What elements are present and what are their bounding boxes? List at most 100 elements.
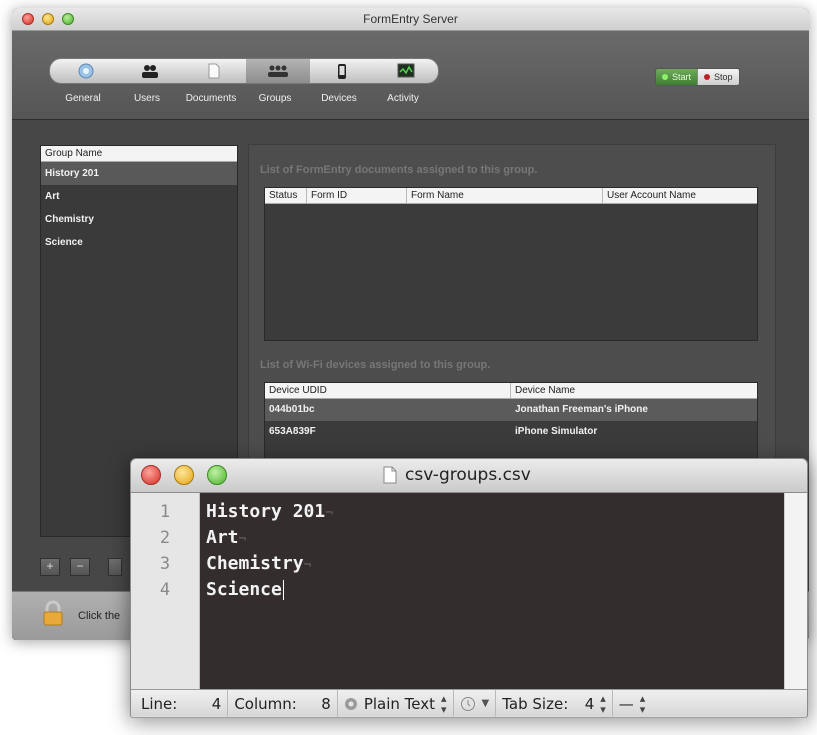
- devices-table-header: Device UDID Device Name: [265, 383, 757, 399]
- editor-status-bar: Line: 4 Column: 8 Plain Text ▴ ▾ ▼ Tab Si…: [131, 689, 807, 717]
- editor-reflection: [130, 716, 806, 735]
- tab-documents[interactable]: [182, 59, 246, 83]
- tab-size-value: 4: [584, 694, 595, 713]
- text-editor-area[interactable]: History 201¬ Art¬ Chemistry¬ Science: [200, 493, 785, 690]
- code-line[interactable]: Art¬: [206, 525, 785, 551]
- add-group-button[interactable]: +: [40, 558, 60, 576]
- editor-zoom-button[interactable]: [207, 465, 227, 485]
- tab-activity[interactable]: [374, 59, 438, 83]
- column-user-account-name[interactable]: User Account Name: [603, 188, 757, 203]
- up-down-arrows-icon: ▴ ▾: [600, 691, 606, 716]
- remove-group-button[interactable]: −: [70, 558, 90, 576]
- start-stop-control: Start Stop: [655, 68, 740, 86]
- line-ending-selector[interactable]: — ▴ ▾: [613, 690, 652, 717]
- vertical-scrollbar[interactable]: [784, 493, 807, 690]
- column-value: 8: [321, 694, 331, 713]
- editor-titlebar[interactable]: csv-groups.csv: [131, 459, 807, 493]
- groups-icon: [268, 65, 288, 77]
- column-device-udid[interactable]: Device UDID: [265, 383, 511, 398]
- symbol-menu-button[interactable]: ▼: [454, 690, 497, 717]
- tab-users-label: Users: [133, 93, 161, 104]
- device-udid-cell: 044b01bc: [269, 404, 315, 415]
- line-indicator: Line: 4: [131, 690, 229, 717]
- device-icon: [338, 63, 346, 79]
- tab-general-label: General: [65, 93, 101, 104]
- editor-window: csv-groups.csv 1 2 3 4 History 201¬ Art¬…: [130, 458, 808, 718]
- group-item-science[interactable]: Science: [41, 231, 237, 254]
- gear-globe-icon: [78, 63, 94, 79]
- window-title: FormEntry Server: [363, 12, 458, 26]
- up-down-arrows-icon: ▴ ▾: [441, 691, 447, 716]
- stop-indicator-icon: [704, 74, 711, 80]
- documents-table[interactable]: Status Form ID Form Name User Account Na…: [264, 187, 758, 341]
- column-indicator: Column: 8: [228, 690, 338, 717]
- device-name-cell: Jonathan Freeman's iPhone: [515, 404, 648, 415]
- line-number: 1: [159, 502, 171, 522]
- column-device-name[interactable]: Device Name: [511, 383, 757, 398]
- code-line-text: Art: [206, 527, 239, 548]
- column-status[interactable]: Status: [265, 188, 307, 203]
- line-number-gutter: 1 2 3 4: [131, 493, 200, 690]
- table-row[interactable]: 653A839F iPhone Simulator: [265, 421, 757, 443]
- editor-filename: csv-groups.csv: [405, 465, 531, 485]
- editor-close-button[interactable]: [141, 465, 161, 485]
- column-label: Column:: [234, 694, 297, 713]
- group-action-button[interactable]: [108, 558, 122, 576]
- editor-title: csv-groups.csv: [383, 465, 531, 485]
- code-line-text: Science: [206, 579, 282, 600]
- start-label: Start: [672, 72, 692, 82]
- newline-marker-icon: ¬: [238, 532, 247, 547]
- devices-section-label: List of Wi-Fi devices assigned to this g…: [260, 359, 491, 371]
- syntax-gear-icon: [344, 697, 357, 710]
- tab-groups[interactable]: [246, 59, 310, 83]
- line-number: 2: [159, 528, 171, 548]
- tab-users[interactable]: [118, 59, 182, 83]
- column-form-id[interactable]: Form ID: [307, 188, 407, 203]
- line-number: 3: [159, 554, 171, 574]
- tab-devices[interactable]: [310, 59, 374, 83]
- line-ending-label: —: [618, 694, 634, 713]
- code-line[interactable]: History 201¬: [206, 499, 785, 525]
- code-line[interactable]: Chemistry¬: [206, 551, 785, 577]
- device-name-cell: iPhone Simulator: [515, 426, 598, 437]
- line-number: 4: [159, 580, 171, 600]
- toolbar-segmented-control: [49, 58, 439, 84]
- editor-minimize-button[interactable]: [174, 465, 194, 485]
- code-line[interactable]: Science: [206, 577, 785, 603]
- stop-button[interactable]: Stop: [697, 69, 739, 85]
- start-button[interactable]: Start: [656, 69, 698, 85]
- line-value: 4: [211, 694, 222, 713]
- column-form-name[interactable]: Form Name: [407, 188, 603, 203]
- group-list-header[interactable]: Group Name: [41, 146, 237, 162]
- group-item-chemistry[interactable]: Chemistry: [41, 208, 237, 231]
- newline-marker-icon: ¬: [325, 506, 334, 521]
- users-icon: [142, 65, 158, 78]
- syntax-mode-selector[interactable]: Plain Text ▴ ▾: [338, 690, 454, 717]
- group-item-art[interactable]: Art: [41, 185, 237, 208]
- server-titlebar[interactable]: FormEntry Server: [12, 8, 809, 31]
- documents-section-label: List of FormEntry documents assigned to …: [260, 164, 538, 176]
- tab-groups-label: Groups: [258, 93, 292, 104]
- lock-icon[interactable]: [42, 600, 64, 626]
- code-line-text: History 201: [206, 501, 326, 522]
- clock-icon: [460, 696, 475, 711]
- line-label: Line:: [141, 694, 178, 713]
- stop-label: Stop: [714, 72, 733, 82]
- tab-size-label: Tab Size:: [502, 694, 569, 713]
- tab-documents-label: Documents: [185, 93, 237, 104]
- group-detail-panel: List of FormEntry documents assigned to …: [248, 144, 776, 507]
- tab-general[interactable]: [54, 59, 118, 83]
- newline-marker-icon: ¬: [303, 558, 312, 573]
- tab-activity-label: Activity: [387, 93, 419, 104]
- chevron-down-icon: ▼: [481, 698, 490, 709]
- table-row[interactable]: 044b01bc Jonathan Freeman's iPhone: [265, 399, 757, 421]
- activity-monitor-icon: [397, 63, 415, 78]
- tab-devices-label: Devices: [321, 93, 357, 104]
- lock-hint-text: Click the: [78, 610, 121, 622]
- syntax-mode-label: Plain Text: [363, 694, 436, 713]
- group-item-history-201[interactable]: History 201: [41, 162, 237, 185]
- tab-size-selector[interactable]: Tab Size: 4 ▴ ▾: [496, 690, 613, 717]
- device-udid-cell: 653A839F: [269, 426, 316, 437]
- up-down-arrows-icon: ▴ ▾: [639, 691, 646, 716]
- text-caret: [282, 580, 284, 600]
